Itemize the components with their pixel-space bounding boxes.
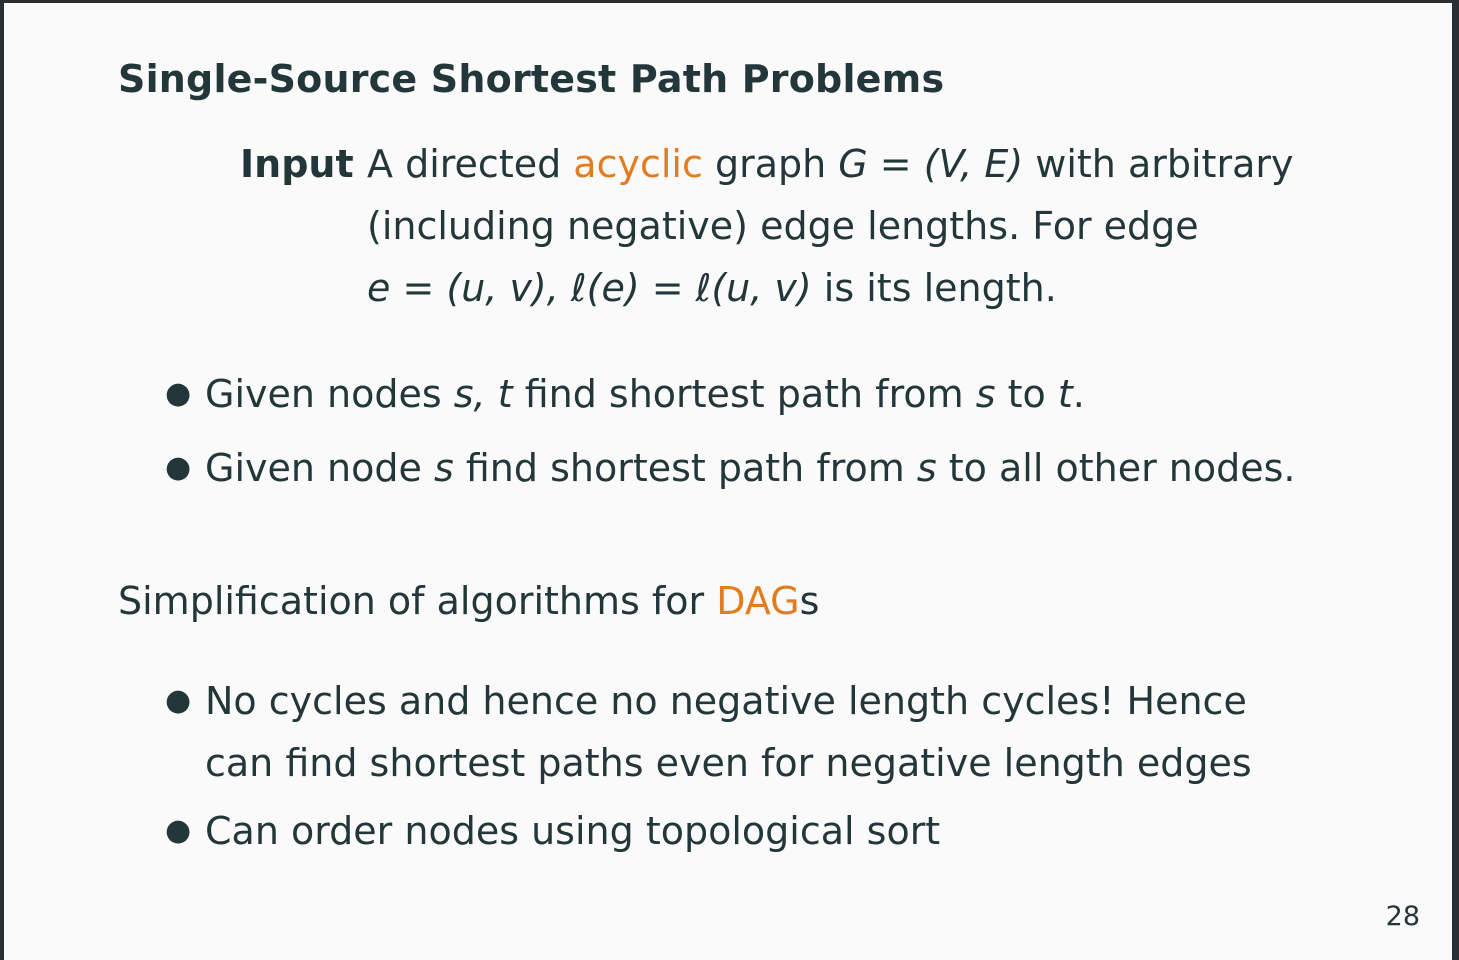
item-text: Given node	[205, 446, 434, 490]
list-item: ● Given nodes s, t find shortest path fr…	[159, 363, 1295, 425]
dag-highlight: DAG	[716, 579, 800, 623]
item-text: find shortest path from	[453, 446, 917, 490]
bullet-icon: ●	[165, 813, 192, 848]
input-text-segment: A directed	[367, 142, 574, 186]
input-label: Input	[240, 142, 354, 186]
item-text: No cycles and hence no negative length c…	[205, 679, 1252, 785]
list-item: ● No cycles and hence no negative length…	[159, 670, 1309, 794]
item-text: find shortest path from	[512, 372, 976, 416]
heading-suffix: s	[799, 579, 820, 623]
list-item: ● Given node s find shortest path from s…	[159, 437, 1295, 499]
problem-list: ● Given nodes s, t find shortest path fr…	[159, 363, 1295, 511]
item-text: Given nodes	[205, 372, 454, 416]
input-text-segment: with arbitrary	[1023, 142, 1294, 186]
edge-length-formula: e = (u, v), ℓ(e) = ℓ(u, v)	[367, 266, 812, 310]
input-line-1: A directed acyclic graph G = (V, E) with…	[367, 133, 1327, 195]
acyclic-highlight: acyclic	[573, 142, 703, 186]
input-line-2: (including negative) edge lengths. For e…	[367, 204, 1199, 248]
math-var: t	[1057, 372, 1073, 416]
heading-text: Simplification of algorithms for	[118, 579, 717, 623]
slide: Single-Source Shortest Path Problems Inp…	[4, 3, 1452, 960]
math-var: s	[916, 446, 937, 490]
graph-formula: G = (V, E)	[838, 142, 1024, 186]
bullet-icon: ●	[165, 450, 192, 485]
input-text-segment: graph	[702, 142, 839, 186]
math-var: s, t	[453, 372, 513, 416]
input-line-3: e = (u, v), ℓ(e) = ℓ(u, v) is its length…	[367, 257, 1327, 319]
page-number: 28	[1385, 901, 1420, 932]
simplification-heading: Simplification of algorithms for DAGs	[118, 579, 819, 623]
math-var: s	[975, 372, 996, 416]
slide-title: Single-Source Shortest Path Problems	[118, 57, 945, 101]
item-text: to all other nodes.	[936, 446, 1296, 490]
math-var: s	[433, 446, 454, 490]
input-text-segment: is its length.	[811, 266, 1057, 310]
item-text: Can order nodes using topological sort	[205, 809, 941, 853]
bullet-icon: ●	[165, 376, 192, 411]
bullet-icon: ●	[165, 683, 192, 718]
list-item: ● Can order nodes using topological sort	[159, 800, 1309, 862]
input-text: A directed acyclic graph G = (V, E) with…	[367, 133, 1327, 319]
item-text: .	[1072, 372, 1085, 416]
item-text: to	[995, 372, 1058, 416]
dag-list: ● No cycles and hence no negative length…	[159, 670, 1309, 868]
